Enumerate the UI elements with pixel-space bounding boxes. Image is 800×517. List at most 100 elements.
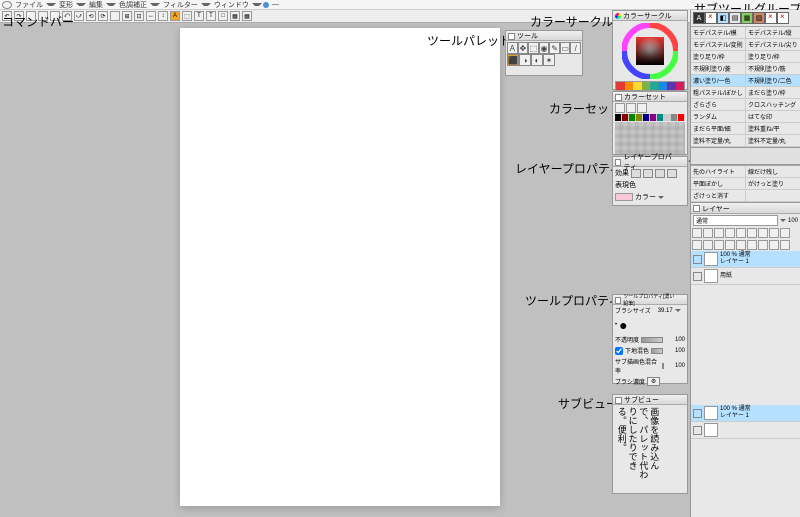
layer-tool[interactable] [725, 228, 735, 238]
chevron-down-icon[interactable] [780, 219, 786, 222]
cs-tool[interactable] [637, 103, 647, 113]
tool-effect[interactable]: ✶ [543, 54, 555, 66]
eye-icon[interactable] [2, 1, 12, 9]
layer-tool[interactable] [747, 240, 757, 250]
opt[interactable]: まだら塗り/枠 [746, 87, 800, 98]
toolbar-btn[interactable]: ▦ [242, 11, 252, 21]
layer-tool[interactable] [758, 228, 768, 238]
layer-tool[interactable] [769, 240, 779, 250]
cs-tool[interactable] [626, 103, 636, 113]
panel-header[interactable]: サブビュー [613, 395, 687, 405]
color-grid[interactable] [615, 122, 685, 154]
toolbar-btn[interactable]: ⊞ [122, 11, 132, 21]
toolbar-btn[interactable]: ▦ [230, 11, 240, 21]
tool-pen[interactable]: ✎ [549, 42, 560, 54]
layer-tool[interactable] [725, 240, 735, 250]
canvas[interactable] [180, 28, 500, 506]
undercolor-check[interactable] [615, 347, 623, 355]
panel-header[interactable]: カラーサークル [613, 11, 687, 21]
slider[interactable] [651, 348, 663, 354]
visibility-icon[interactable] [693, 272, 702, 281]
tool-select[interactable]: ⬚ [528, 42, 539, 54]
toolbar-btn[interactable]: ⟳ [98, 11, 108, 21]
menu-filter[interactable]: フィルター [161, 0, 200, 10]
collapse-icon[interactable] [615, 94, 622, 101]
subtool-btn[interactable] [777, 12, 789, 24]
opt[interactable]: 濃い塗り/一色 [691, 75, 746, 86]
layer-tool[interactable] [747, 228, 757, 238]
stepper-icon[interactable] [675, 309, 681, 312]
opt[interactable]: ざけっと消す [691, 190, 746, 201]
opt[interactable]: 不規則塗り/二色 [746, 75, 800, 86]
toolbar-btn[interactable]: ⟲ [86, 11, 96, 21]
opt[interactable]: まだら平面/細 [691, 123, 746, 134]
panel-header[interactable]: ツール [506, 31, 582, 41]
opt[interactable]: モデパステル/変則 [691, 39, 746, 50]
toolbar-btn[interactable]: □ [218, 11, 228, 21]
effect-toggle[interactable] [643, 169, 653, 178]
flag-icon[interactable] [263, 2, 269, 8]
panel-header[interactable]: レイヤープロパティ [613, 157, 687, 167]
layer-item[interactable]: 用紙 [691, 268, 800, 285]
opt[interactable]: モデパステル/尖り [746, 39, 800, 50]
toolbar-btn[interactable]: ⬚ [182, 11, 192, 21]
opt[interactable]: 粗パステル/ぼかし [691, 87, 746, 98]
subtool-btn[interactable] [705, 12, 717, 24]
layer-tool[interactable] [703, 228, 713, 238]
tool-lasso[interactable]: ◉ [539, 42, 550, 54]
effect-toggle[interactable] [667, 169, 677, 178]
menu-transform[interactable]: 変形 [57, 0, 75, 10]
opt[interactable]: 塗料不定量/丸 [691, 135, 746, 146]
toolbar-btn[interactable]: ⊡ [134, 11, 144, 21]
opacity-slider[interactable] [641, 337, 663, 343]
toolbar-btn[interactable] [110, 11, 120, 21]
layer-tool[interactable] [714, 228, 724, 238]
opt[interactable]: 平面ぼかし [691, 178, 746, 189]
layer-tool[interactable] [780, 240, 790, 250]
tool-shape[interactable]: ▭ [560, 42, 571, 54]
layer-item[interactable]: 100 % 通常レイヤー 1 [691, 251, 800, 268]
visibility-icon[interactable] [693, 409, 702, 418]
collapse-icon[interactable] [615, 159, 621, 166]
layer-tool[interactable] [780, 228, 790, 238]
visibility-icon[interactable] [693, 426, 702, 435]
tool-brush[interactable]: ⬛ [507, 54, 519, 66]
opt[interactable]: クロスハッチング [746, 99, 800, 110]
visibility-icon[interactable] [693, 255, 702, 264]
collapse-icon[interactable] [508, 33, 515, 40]
subtool-btn[interactable]: ◧ [717, 12, 729, 24]
layer-tool[interactable] [703, 240, 713, 250]
blend-mode[interactable]: 通常 [693, 215, 778, 226]
opt[interactable]: 先のハイライト [691, 166, 746, 177]
opt[interactable]: 不規則塗り/菱 [691, 63, 746, 74]
menu-file[interactable]: ファイル [13, 0, 45, 10]
menu-window[interactable]: ウィンドウ [212, 0, 251, 10]
color-swatches[interactable] [615, 114, 685, 121]
toolbar-btn[interactable]: ↕ [158, 11, 168, 21]
collapse-icon[interactable] [615, 397, 622, 404]
toolbar-btn[interactable]: ↔ [146, 11, 156, 21]
subtool-btn[interactable]: ▦ [741, 12, 753, 24]
layer-tool[interactable] [692, 240, 702, 250]
subtool-btn[interactable]: ▨ [753, 12, 765, 24]
opt[interactable]: がけっと塗り [746, 178, 800, 189]
opt[interactable]: 塗り足り/枠 [691, 51, 746, 62]
layer-tool[interactable] [758, 240, 768, 250]
color-wheel[interactable] [622, 23, 678, 79]
settings-button[interactable]: ⚙ [647, 377, 660, 386]
chevron-down-icon[interactable] [658, 196, 664, 199]
opt[interactable]: 塗料重ね/平 [746, 123, 800, 134]
effect-toggle[interactable] [655, 169, 665, 178]
opt[interactable]: 線だけ残し [746, 166, 800, 177]
layer-tool[interactable] [714, 240, 724, 250]
toolbar-btn[interactable]: T [194, 11, 204, 21]
subtool-btn[interactable] [765, 12, 777, 24]
effect-toggle[interactable] [631, 169, 641, 178]
toolbar-btn[interactable]: ⤻ [74, 11, 84, 21]
opt[interactable]: モデパステル/模 [691, 27, 746, 38]
menu-color[interactable]: 色調補正 [117, 0, 149, 10]
tool-text[interactable]: A [507, 42, 518, 54]
tool-move[interactable]: ✥ [518, 42, 529, 54]
tool-grad1[interactable]: ◑ [519, 54, 531, 66]
panel-header[interactable]: ツールプロパティ[濃い鉛筆] [613, 295, 687, 305]
